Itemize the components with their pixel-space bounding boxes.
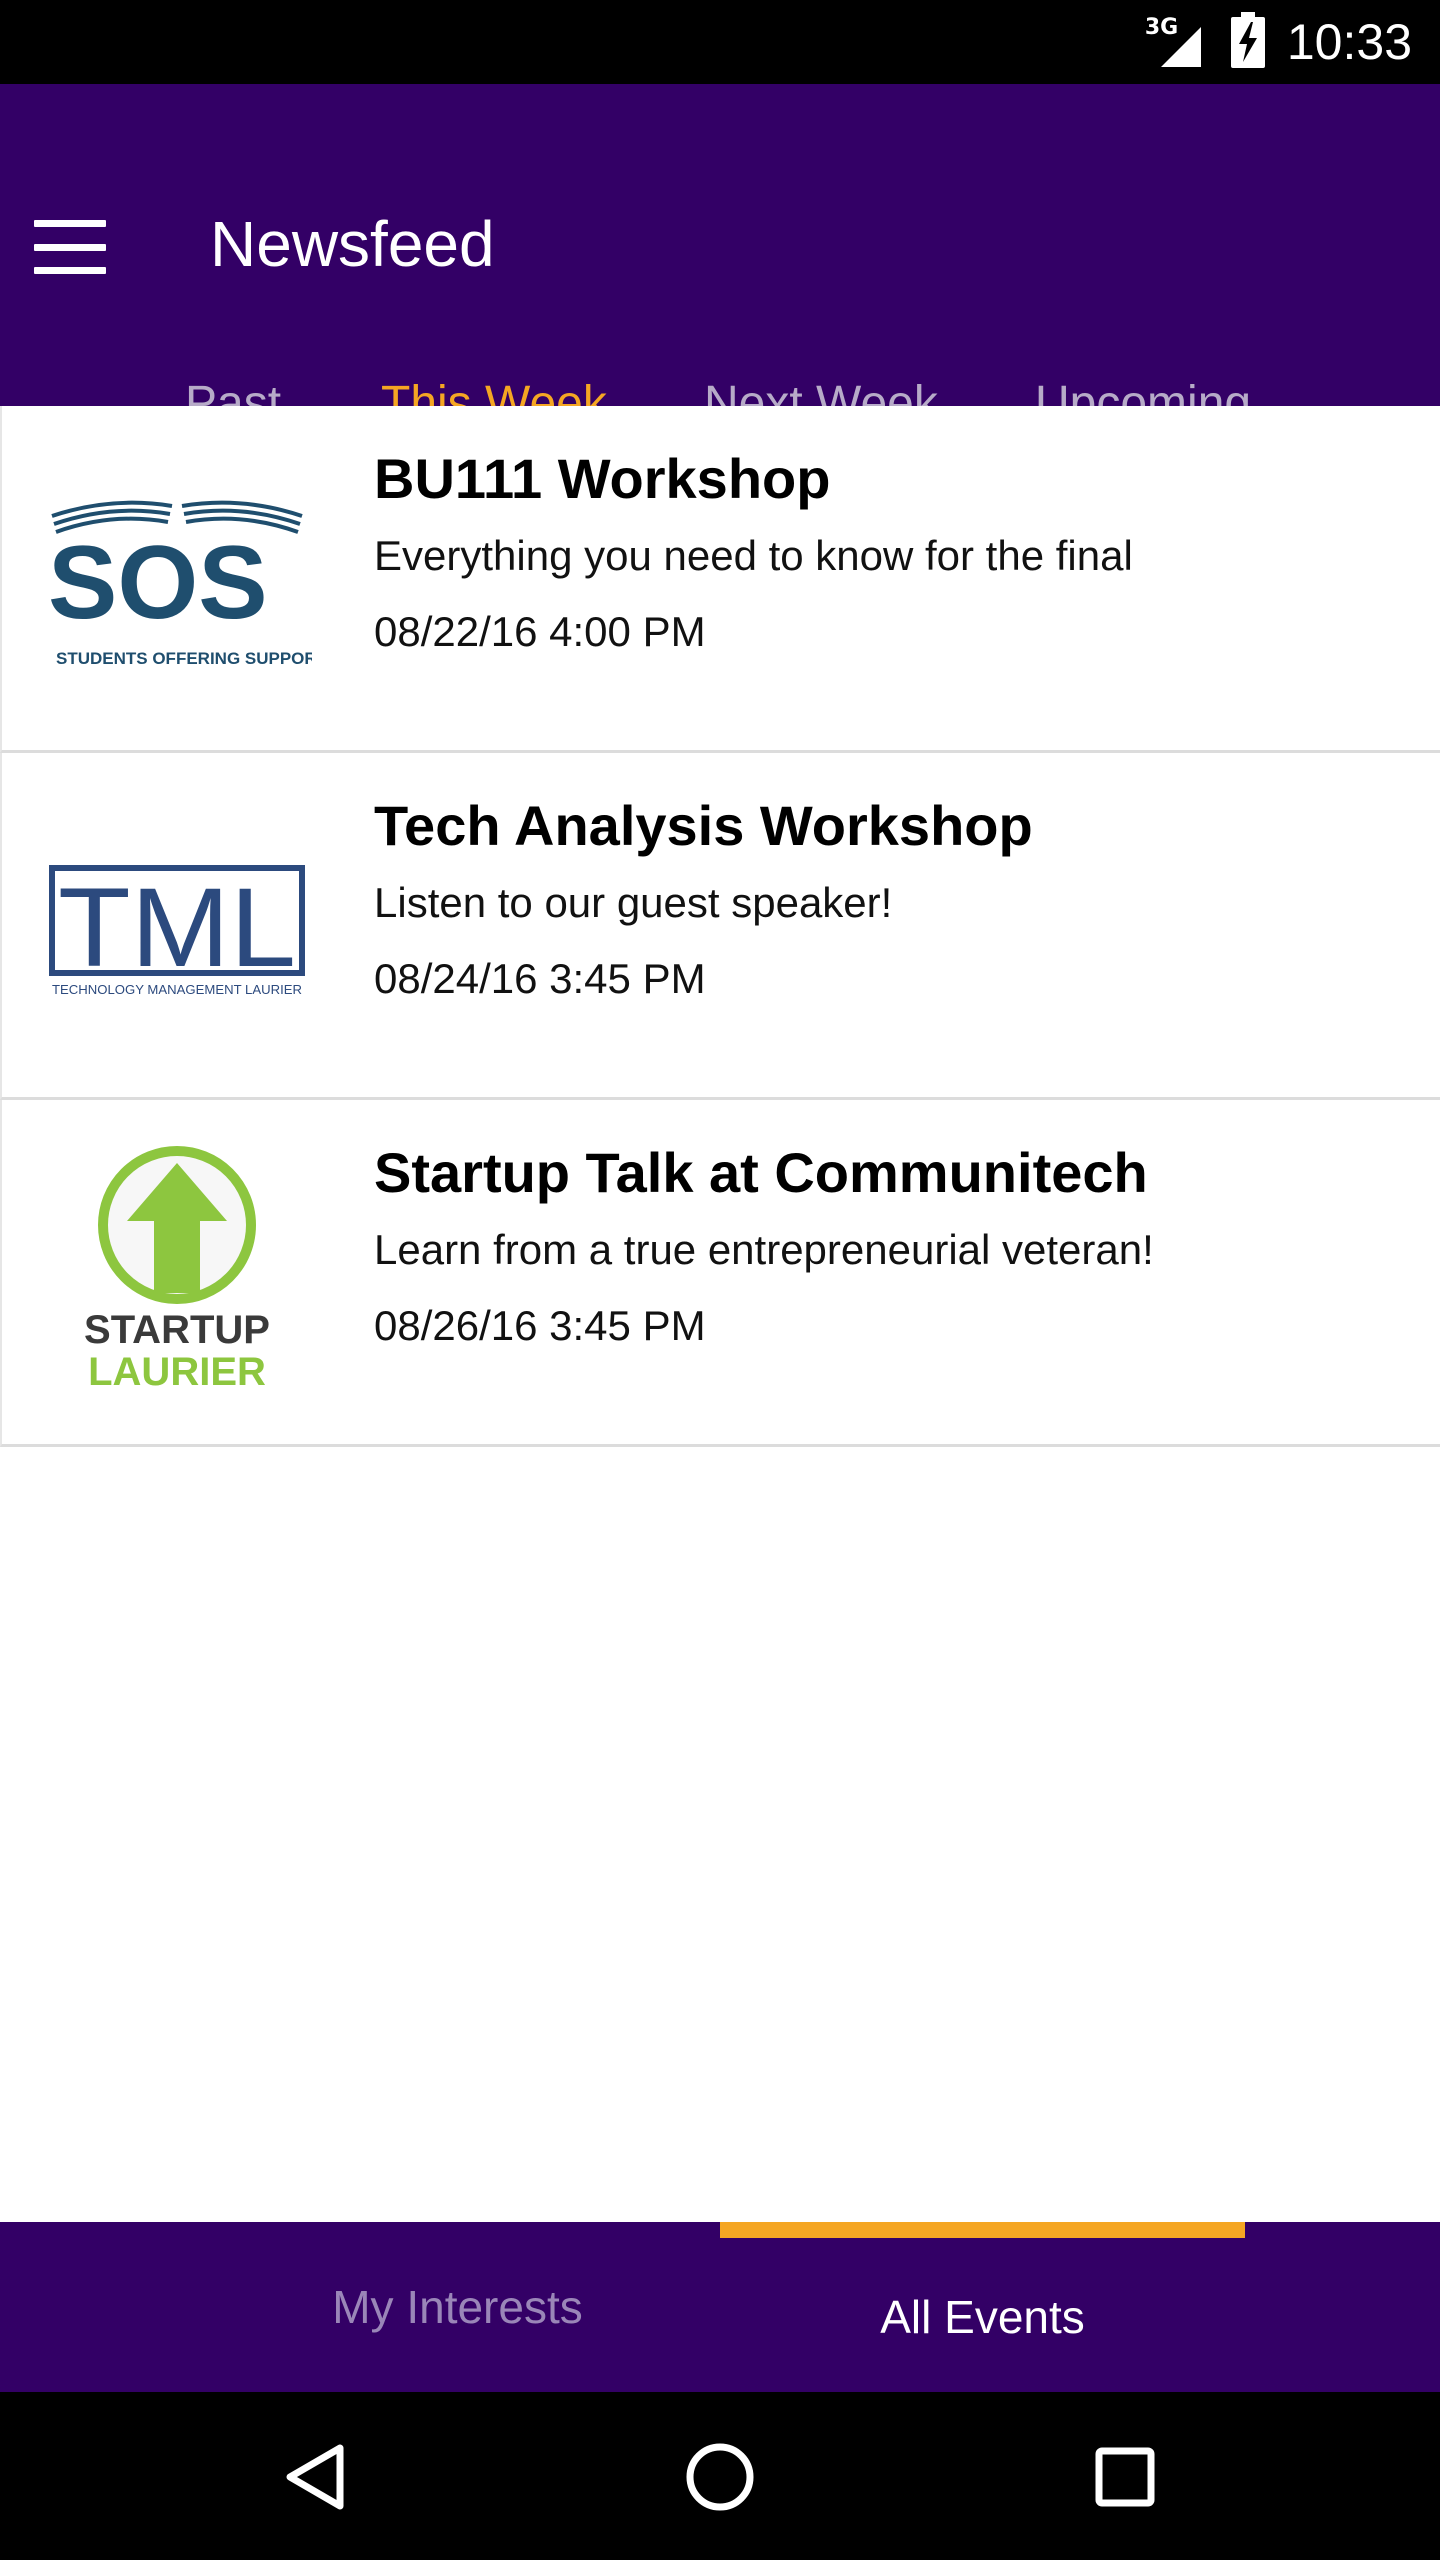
app-bar: Newsfeed Past This Week Next Week Upcomi… bbox=[0, 84, 1440, 430]
event-title: Tech Analysis Workshop bbox=[374, 794, 1033, 857]
event-datetime: 08/24/16 3:45 PM bbox=[374, 955, 706, 1002]
tml-logo-subtext: TECHNOLOGY MANAGEMENT LAURIER bbox=[52, 982, 302, 997]
startup-logo-text: STARTUP bbox=[84, 1308, 270, 1352]
event-description: Everything you need to know for the fina… bbox=[374, 532, 1133, 579]
back-icon[interactable] bbox=[270, 2432, 360, 2522]
event-datetime: 08/22/16 4:00 PM bbox=[374, 608, 706, 655]
event-title: BU111 Workshop bbox=[374, 447, 831, 510]
status-icons: 3G 10:33 bbox=[1145, 0, 1412, 84]
home-icon[interactable] bbox=[675, 2432, 765, 2522]
battery-icon bbox=[1230, 11, 1265, 73]
event-item-bu111[interactable]: SOS STUDENTS OFFERING SUPPORT BU111 Work… bbox=[0, 406, 1440, 753]
tab-my-interests[interactable]: My Interests bbox=[195, 2272, 720, 2342]
event-item-startup-talk[interactable]: STARTUP LAURIER Startup Talk at Communit… bbox=[0, 1100, 1440, 1447]
event-title: Startup Talk at Communitech bbox=[374, 1141, 1148, 1204]
event-item-tech-analysis[interactable]: TML TECHNOLOGY MANAGEMENT LAURIER Tech A… bbox=[0, 753, 1440, 1100]
active-tab-indicator bbox=[720, 2222, 1245, 2238]
tml-logo: TML TECHNOLOGY MANAGEMENT LAURIER bbox=[42, 803, 312, 1043]
menu-icon[interactable] bbox=[34, 220, 106, 274]
page-title: Newsfeed bbox=[210, 208, 495, 280]
clock: 10:33 bbox=[1286, 14, 1412, 70]
sos-logo-letter-s1: SOS bbox=[48, 525, 268, 641]
recents-icon[interactable] bbox=[1080, 2432, 1170, 2522]
system-nav-bar bbox=[0, 2392, 1440, 2560]
event-description: Learn from a true entrepreneurial vetera… bbox=[374, 1226, 1154, 1273]
event-description: Listen to our guest speaker! bbox=[374, 879, 893, 926]
bottom-tab-bar: My Interests All Events bbox=[0, 2222, 1440, 2392]
startup-laurier-logo: STARTUP LAURIER bbox=[42, 1146, 312, 1394]
tml-logo-text: TML bbox=[58, 865, 296, 990]
sos-logo-subtext: STUDENTS OFFERING SUPPORT bbox=[56, 649, 312, 668]
event-datetime: 08/26/16 3:45 PM bbox=[374, 1302, 706, 1349]
sos-logo: SOS STUDENTS OFFERING SUPPORT bbox=[42, 456, 312, 696]
status-bar: 3G 10:33 bbox=[0, 0, 1440, 84]
laurier-logo-text: LAURIER bbox=[88, 1350, 266, 1394]
signal-icon: 3G bbox=[1145, 15, 1209, 69]
tab-all-events[interactable]: All Events bbox=[720, 2282, 1245, 2352]
